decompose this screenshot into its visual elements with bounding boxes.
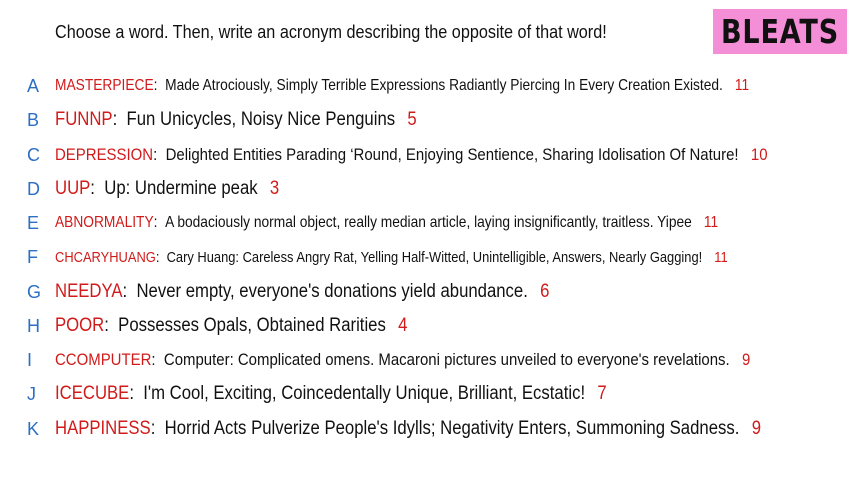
entry-letter-count: 11 — [703, 214, 719, 231]
prompt-text: Choose a word. Then, write an acronym de… — [55, 22, 607, 42]
entry-row: D UUP: Up: Undermine peak 3 — [0, 176, 853, 202]
entry-letter-count: 7 — [597, 383, 607, 404]
entry-colon: : — [153, 77, 166, 94]
entry-row: B FUNNP: Fun Unicycles, Noisy Nice Pengui… — [0, 107, 853, 133]
entry-content: FUNNP: Fun Unicycles, Noisy Nice Penguin… — [55, 109, 417, 131]
entry-letter-count: 9 — [751, 418, 762, 439]
entry-word: ABNORMALITY — [55, 214, 154, 231]
entry-colon: : — [150, 418, 165, 439]
entry-content: POOR: Possesses Opals, Obtained Rarities… — [55, 315, 407, 337]
entry-letter-count: 11 — [714, 248, 728, 266]
entry-row: F CHCARYHUANG: Cary Huang: Careless Angry… — [0, 244, 853, 270]
entry-colon: : — [122, 281, 137, 302]
entry-letter: D — [27, 178, 40, 199]
entry-definition: Delighted Entities Parading ‘Round, Enjo… — [165, 145, 739, 164]
entry-word: HAPPINESS — [55, 418, 151, 439]
entry-definition: Made Atrociously, Simply Terrible Expres… — [165, 77, 723, 94]
entry-letter: J — [27, 383, 36, 404]
entry-colon: : — [155, 248, 167, 266]
entry-definition: Never empty, everyone's donations yield … — [136, 281, 528, 302]
entry-letter: B — [27, 109, 40, 130]
entry-word: ICECUBE — [55, 383, 130, 404]
entry-definition: Possesses Opals, Obtained Rarities — [118, 315, 386, 336]
entry-definition: I'm Cool, Exciting, Coincedentally Uniqu… — [143, 383, 586, 404]
entry-letter: C — [27, 144, 40, 165]
entry-content: ABNORMALITY: A bodaciously normal object… — [55, 214, 718, 232]
entry-letter-count: 9 — [742, 350, 751, 369]
entry-word: CCOMPUTER — [55, 350, 152, 369]
entry-colon: : — [112, 109, 127, 130]
entry-word: UUP — [55, 178, 91, 199]
entry-row: J ICECUBE: I'm Cool, Exciting, Coincedent… — [0, 381, 853, 407]
entry-row: H POOR: Possesses Opals, Obtained Raritie… — [0, 313, 853, 339]
entry-word: DEPRESSION — [55, 145, 154, 164]
entry-letter-count: 3 — [269, 178, 280, 199]
bleats-logo: BLEATS — [713, 9, 847, 54]
entry-content: CHCARYHUANG: Cary Huang: Careless Angry … — [55, 249, 728, 266]
entry-letter-count: 6 — [540, 281, 550, 302]
entry-row: K HAPPINESS: Horrid Acts Pulverize People… — [0, 416, 853, 442]
entry-colon: : — [90, 178, 105, 199]
entry-word: FUNNP — [55, 109, 113, 130]
logo-text: BLEATS — [720, 12, 840, 51]
entry-colon: : — [129, 383, 144, 404]
entry-letter: H — [27, 315, 40, 336]
entry-row: I CCOMPUTER: Computer: Complicated omens.… — [0, 347, 853, 373]
entry-word: CHCARYHUANG — [55, 248, 156, 266]
entry-letter: K — [27, 418, 40, 439]
entry-row: C DEPRESSION: Delighted Entities Parading… — [0, 142, 853, 168]
entry-definition: Horrid Acts Pulverize People's Idylls; N… — [164, 418, 740, 439]
entry-row: E ABNORMALITY: A bodaciously normal objec… — [0, 210, 853, 236]
entry-content: DEPRESSION: Delighted Entities Parading … — [55, 145, 768, 165]
entry-definition: Up: Undermine peak — [104, 178, 258, 199]
entry-letter: G — [27, 281, 42, 302]
entry-definition: A bodaciously normal object, really medi… — [165, 214, 692, 231]
entry-row: A MASTERPIECE: Made Atrociously, Simply T… — [0, 73, 853, 99]
entry-letter: A — [27, 75, 40, 96]
entry-colon: : — [151, 350, 164, 369]
entry-definition: Computer: Complicated omens. Macaroni pi… — [163, 350, 730, 369]
entry-definition: Cary Huang: Careless Angry Rat, Yelling … — [166, 248, 703, 266]
entry-letter: I — [27, 349, 33, 370]
entry-definition: Fun Unicycles, Noisy Nice Penguins — [126, 109, 396, 130]
entry-word: NEEDYA — [55, 281, 123, 302]
entry-word: POOR — [55, 315, 105, 336]
entry-letter-count: 11 — [734, 77, 750, 94]
entry-content: UUP: Up: Undermine peak 3 — [55, 178, 279, 200]
entry-colon: : — [153, 145, 166, 164]
entry-word: MASTERPIECE — [55, 77, 154, 94]
entry-content: MASTERPIECE: Made Atrociously, Simply Te… — [55, 77, 749, 95]
entry-colon: : — [104, 315, 119, 336]
entry-letter-count: 10 — [750, 145, 768, 164]
entry-letter: F — [27, 246, 38, 267]
entry-colon: : — [153, 214, 166, 231]
entry-letter-count: 4 — [398, 315, 408, 336]
entry-content: CCOMPUTER: Computer: Complicated omens. … — [55, 350, 750, 370]
entry-content: HAPPINESS: Horrid Acts Pulverize People'… — [55, 418, 761, 440]
entry-content: ICECUBE: I'm Cool, Exciting, Coincedenta… — [55, 383, 607, 405]
entry-letter-count: 5 — [407, 109, 417, 130]
entry-letter: E — [27, 212, 40, 233]
entry-content: NEEDYA: Never empty, everyone's donation… — [55, 281, 549, 303]
entry-row: G NEEDYA: Never empty, everyone's donatio… — [0, 279, 853, 305]
